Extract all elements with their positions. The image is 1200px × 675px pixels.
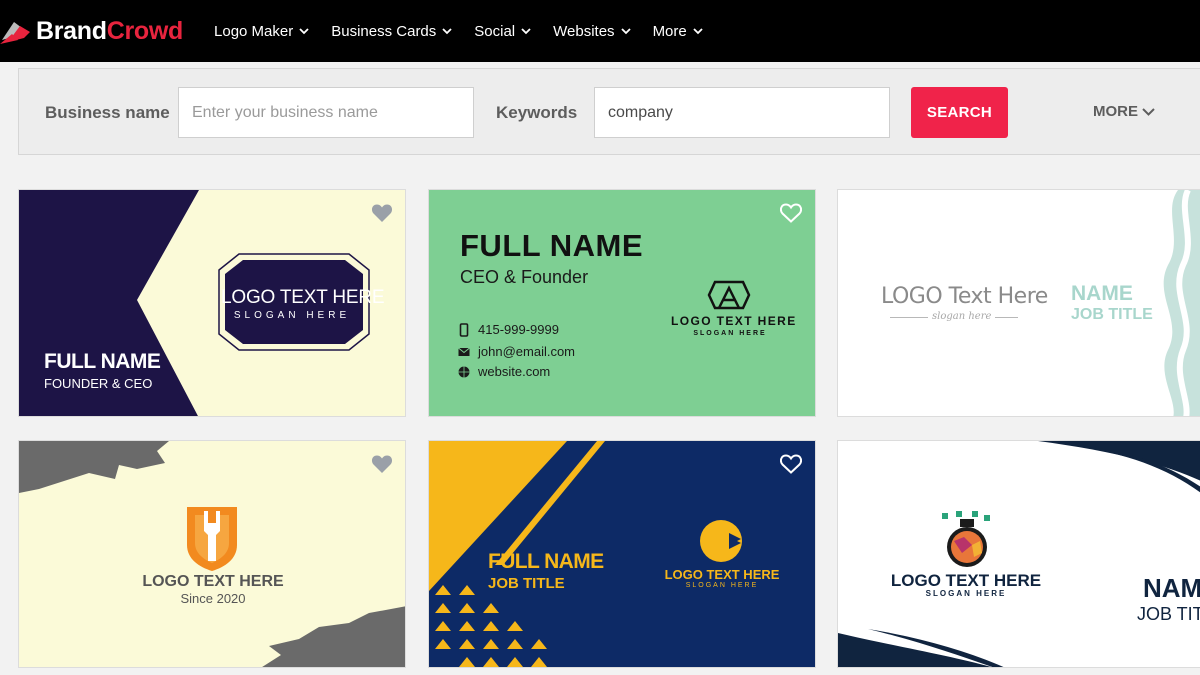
card-template-4[interactable]: LOGO TEXT HERE Since 2020 bbox=[18, 440, 406, 668]
chevron-down-icon bbox=[442, 27, 452, 34]
card-template-1[interactable]: LOGO TEXT HERE SLOGAN HERE FULL NAME FOU… bbox=[18, 189, 406, 417]
nav-label: Logo Maker bbox=[214, 22, 294, 40]
brandcrowd-logo-icon bbox=[0, 22, 30, 44]
card-template-5[interactable]: FULL NAME JOB TITLE LOGO TEXT HERE SLOGA… bbox=[428, 440, 816, 668]
heart-icon[interactable] bbox=[780, 203, 802, 223]
email-icon bbox=[458, 347, 470, 356]
card-template-6[interactable]: LOGO TEXT HERE SLOGAN HERE NAME JOB TITL… bbox=[837, 440, 1200, 668]
heart-icon[interactable] bbox=[371, 203, 393, 223]
slogan-text: SLOGAN HERE bbox=[233, 310, 351, 321]
nav-label: Websites bbox=[553, 22, 615, 40]
keywords-input[interactable]: company bbox=[594, 87, 890, 138]
hexagon-logo-icon bbox=[707, 280, 751, 310]
search-button[interactable]: SEARCH bbox=[911, 87, 1008, 138]
since-text: Since 2020 bbox=[180, 591, 246, 606]
name-text: NAME bbox=[1071, 282, 1133, 305]
phone-icon bbox=[459, 323, 469, 337]
phone-text: 415-999-9999 bbox=[478, 322, 559, 337]
chevron-down-icon bbox=[521, 27, 531, 34]
job-title-text: JOB TITLE bbox=[1137, 604, 1200, 624]
logo-text: LOGO TEXT HERE bbox=[671, 314, 797, 328]
chevron-down-icon bbox=[693, 27, 703, 34]
logo-text: LOGO TEXT HERE bbox=[664, 567, 780, 582]
slogan-text: SLOGAN HERE bbox=[925, 589, 1007, 598]
card-template-3[interactable]: LOGO Text Here slogan here NAME JOB TITL… bbox=[837, 189, 1200, 417]
nav-label: Social bbox=[474, 22, 516, 40]
slogan-text: SLOGAN HERE bbox=[685, 582, 759, 589]
more-filters-toggle[interactable]: MORE bbox=[1093, 103, 1155, 120]
email-text: john@email.com bbox=[478, 344, 576, 359]
circle-logo-icon bbox=[700, 520, 742, 562]
nav-logo-maker[interactable]: Logo Maker bbox=[214, 23, 309, 40]
heart-icon[interactable] bbox=[780, 454, 802, 474]
business-name-label: Business name bbox=[45, 103, 170, 122]
nav-label: Business Cards bbox=[331, 22, 437, 40]
website-text: website.com bbox=[478, 364, 551, 379]
nav-social[interactable]: Social bbox=[474, 23, 531, 40]
logo-text: LOGO TEXT HERE bbox=[221, 287, 385, 308]
logo-text: LOGO Text Here bbox=[881, 284, 1048, 309]
full-name-text: FULL NAME bbox=[460, 228, 644, 263]
logo-text: LOGO TEXT HERE bbox=[142, 573, 284, 590]
basketball-logo-icon bbox=[942, 511, 990, 567]
nav-business-cards[interactable]: Business Cards bbox=[331, 23, 452, 40]
more-label: MORE bbox=[1093, 103, 1138, 120]
job-title-text: JOB TITLE bbox=[488, 575, 565, 592]
logo-text: LOGO TEXT HERE bbox=[890, 571, 1042, 590]
slogan-text: SLOGAN HERE bbox=[693, 330, 767, 337]
heart-icon[interactable] bbox=[371, 454, 393, 474]
keywords-label: Keywords bbox=[496, 103, 578, 122]
swoosh-decoration bbox=[838, 441, 1200, 667]
nav-more[interactable]: More bbox=[653, 23, 703, 40]
slogan-text: slogan here bbox=[928, 311, 996, 322]
globe-icon bbox=[458, 366, 470, 378]
triangle-pattern bbox=[435, 585, 547, 667]
nav-label: More bbox=[652, 22, 687, 40]
full-name-text: FULL NAME bbox=[44, 350, 161, 373]
chevron-down-icon bbox=[620, 27, 631, 34]
brand-logo[interactable]: BrandCrowd bbox=[0, 0, 183, 62]
brand-name: BrandCrowd bbox=[36, 16, 184, 45]
main-menu: Logo Maker Business Cards Social Website… bbox=[214, 23, 725, 40]
business-name-input[interactable]: Enter your business name bbox=[178, 87, 474, 138]
job-title-text: JOB TITLE bbox=[1071, 306, 1153, 323]
nav-websites[interactable]: Websites bbox=[553, 22, 631, 40]
name-text: NAME bbox=[1143, 573, 1200, 603]
search-panel: Business name Enter your business name K… bbox=[18, 68, 1200, 155]
card-template-2[interactable]: FULL NAME CEO & Founder 415-999-9999 joh… bbox=[428, 189, 816, 417]
wrench-shield-logo-icon bbox=[187, 507, 237, 571]
chevron-down-icon bbox=[299, 27, 309, 34]
chevron-down-icon bbox=[1142, 107, 1155, 116]
top-navigation: BrandCrowd Logo Maker Business Cards Soc… bbox=[0, 0, 1200, 62]
full-name-text: FULL NAME bbox=[488, 550, 604, 573]
job-title-text: FOUNDER & CEO bbox=[44, 376, 153, 391]
job-title-text: CEO & Founder bbox=[460, 267, 589, 287]
